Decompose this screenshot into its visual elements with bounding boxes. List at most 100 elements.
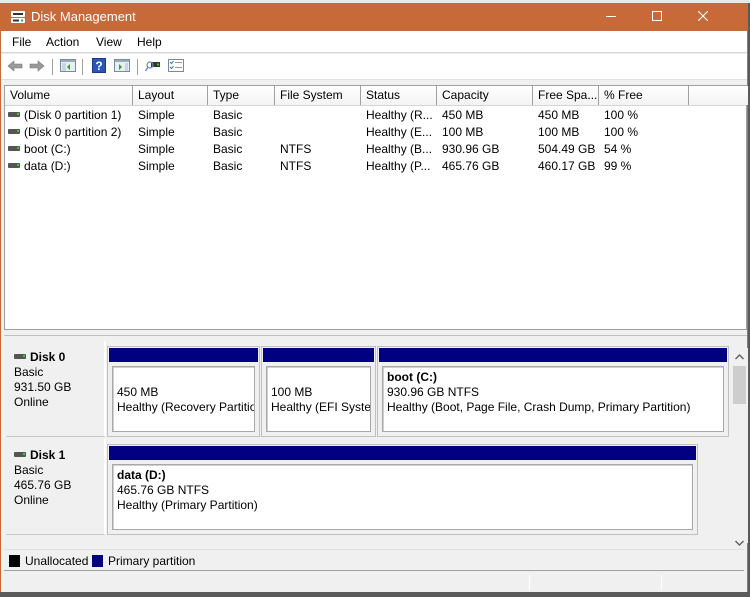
partition-legend: Unallocated Primary partition [4,549,744,571]
column-header-capacity[interactable]: Capacity [437,86,533,105]
menu-help[interactable]: Help [137,35,162,49]
column-header-percent-free[interactable]: % Free [599,86,689,105]
column-header-type[interactable]: Type [208,86,275,105]
partition-status: Healthy (Recovery Partition) [117,400,255,414]
volume-drive-icon [8,163,20,168]
type-cell: Basic [213,142,243,156]
layout-cell: Simple [138,125,175,139]
free-space-cell: 100 MB [538,125,580,139]
back-button[interactable] [5,58,25,76]
connect-disk-icon [144,59,161,75]
scroll-down-button[interactable] [731,536,748,550]
disk-name: Disk 0 [30,350,66,364]
capacity-cell: 465.76 GB [442,159,500,173]
connect-disk-button[interactable] [143,58,163,76]
column-header-status[interactable]: Status [361,86,437,105]
partition-details: data (D:) 465.76 GB NTFS Healthy (Primar… [112,464,693,530]
maximize-button[interactable] [634,3,680,31]
partition-boot-c[interactable]: boot (C:) 930.96 GB NTFS Healthy (Boot, … [377,346,729,437]
primary-partition-bar [109,446,696,460]
primary-partition-bar [263,348,374,362]
type-cell: Basic [213,159,243,173]
column-header-empty [689,86,748,105]
free-space-cell: 504.49 GB [538,142,596,156]
help-button[interactable]: ? [89,58,109,76]
window-title: Disk Management [31,9,136,24]
volume-name: boot (C:) [24,142,71,156]
unallocated-swatch [9,555,20,567]
partition-recovery[interactable]: 450 MB Healthy (Recovery Partition) [107,346,260,437]
type-cell: Basic [213,108,243,122]
volume-drive-icon [8,112,20,117]
partition-details: boot (C:) 930.96 GB NTFS Healthy (Boot, … [382,366,724,432]
disk-size: 931.50 GB [14,380,72,394]
status-cell: Healthy (R... [366,108,433,122]
toolbar: ? [1,54,747,80]
partition-size: 100 MB [271,385,313,399]
column-header-volume[interactable]: Volume [5,86,133,105]
percent-free-cell: 100 % [604,125,639,139]
forward-arrow-icon [29,59,45,75]
status-cell: Healthy (P... [366,159,431,173]
file-system-cell: NTFS [280,159,312,173]
partition-name: data (D:) [117,468,166,482]
disk-0-info[interactable]: Disk 0 Basic 931.50 GB Online [6,341,106,437]
disk-type: Basic [14,365,44,379]
close-button[interactable] [680,3,726,31]
menu-action[interactable]: Action [46,35,79,49]
volume-row[interactable]: data (D:) Simple Basic NTFS Healthy (P..… [5,158,746,175]
primary-partition-swatch [92,555,103,567]
file-system-cell: NTFS [280,142,312,156]
svg-text:?: ? [95,59,102,73]
volume-row[interactable]: (Disk 0 partition 2) Simple Basic Health… [5,124,746,141]
disk-1-info[interactable]: Disk 1 Basic 465.76 GB Online [6,439,106,535]
chevron-up-icon [735,352,744,363]
volume-list: Volume Layout Type File System Status Ca… [4,85,748,330]
column-header-file-system[interactable]: File System [275,86,361,105]
menu-file[interactable]: File [12,35,31,49]
show-hide-console-tree-button[interactable] [58,58,78,76]
volume-name: (Disk 0 partition 1) [24,108,122,122]
disk-state: Online [14,395,49,409]
partition-name [271,370,370,385]
layout-cell: Simple [138,108,175,122]
column-header-layout[interactable]: Layout [133,86,208,105]
volume-cell: (Disk 0 partition 1) [5,107,133,124]
disk-map-pane: Disk 0 Basic 931.50 GB Online 450 MB Hea… [4,337,748,547]
scroll-up-button[interactable] [731,350,748,364]
partition-size: 465.76 GB NTFS [117,483,210,497]
volume-row[interactable]: (Disk 0 partition 1) Simple Basic Health… [5,107,746,124]
legend-label: Unallocated [25,554,89,568]
partition-details: 100 MB Healthy (EFI System Partition) [266,366,371,432]
capacity-cell: 450 MB [442,108,484,122]
partition-data-d[interactable]: data (D:) 465.76 GB NTFS Healthy (Primar… [107,444,698,535]
properties-button[interactable] [166,58,186,76]
help-icon: ? [92,58,106,76]
toolbar-separator [52,59,53,75]
column-header-free-space[interactable]: Free Spa... [533,86,599,105]
title-bar[interactable]: Disk Management [1,3,747,31]
toolbar-separator [82,59,83,75]
layout-cell: Simple [138,142,175,156]
disk-map-scrollbar[interactable] [731,348,748,546]
minimize-button[interactable] [588,3,634,31]
scrollbar-thumb[interactable] [733,366,746,404]
type-cell: Basic [213,125,243,139]
pane-splitter[interactable] [4,330,747,336]
layout-cell: Simple [138,159,175,173]
disk-management-app-icon [10,10,26,24]
disk-type: Basic [14,463,44,477]
volume-row[interactable]: boot (C:) Simple Basic NTFS Healthy (B..… [5,141,746,158]
primary-partition-bar [109,348,258,362]
status-bar [1,573,747,592]
show-hide-action-pane-button[interactable] [112,58,132,76]
file-system-cell [275,107,361,124]
partition-efi[interactable]: 100 MB Healthy (EFI System Partition) [261,346,376,437]
forward-button[interactable] [27,58,47,76]
free-space-cell: 460.17 GB [538,159,596,173]
partition-status: Healthy (Boot, Page File, Crash Dump, Pr… [387,400,691,414]
back-arrow-icon [7,59,23,75]
capacity-cell: 930.96 GB [442,142,500,156]
menu-view[interactable]: View [96,35,122,49]
legend-unallocated: Unallocated [9,554,88,568]
